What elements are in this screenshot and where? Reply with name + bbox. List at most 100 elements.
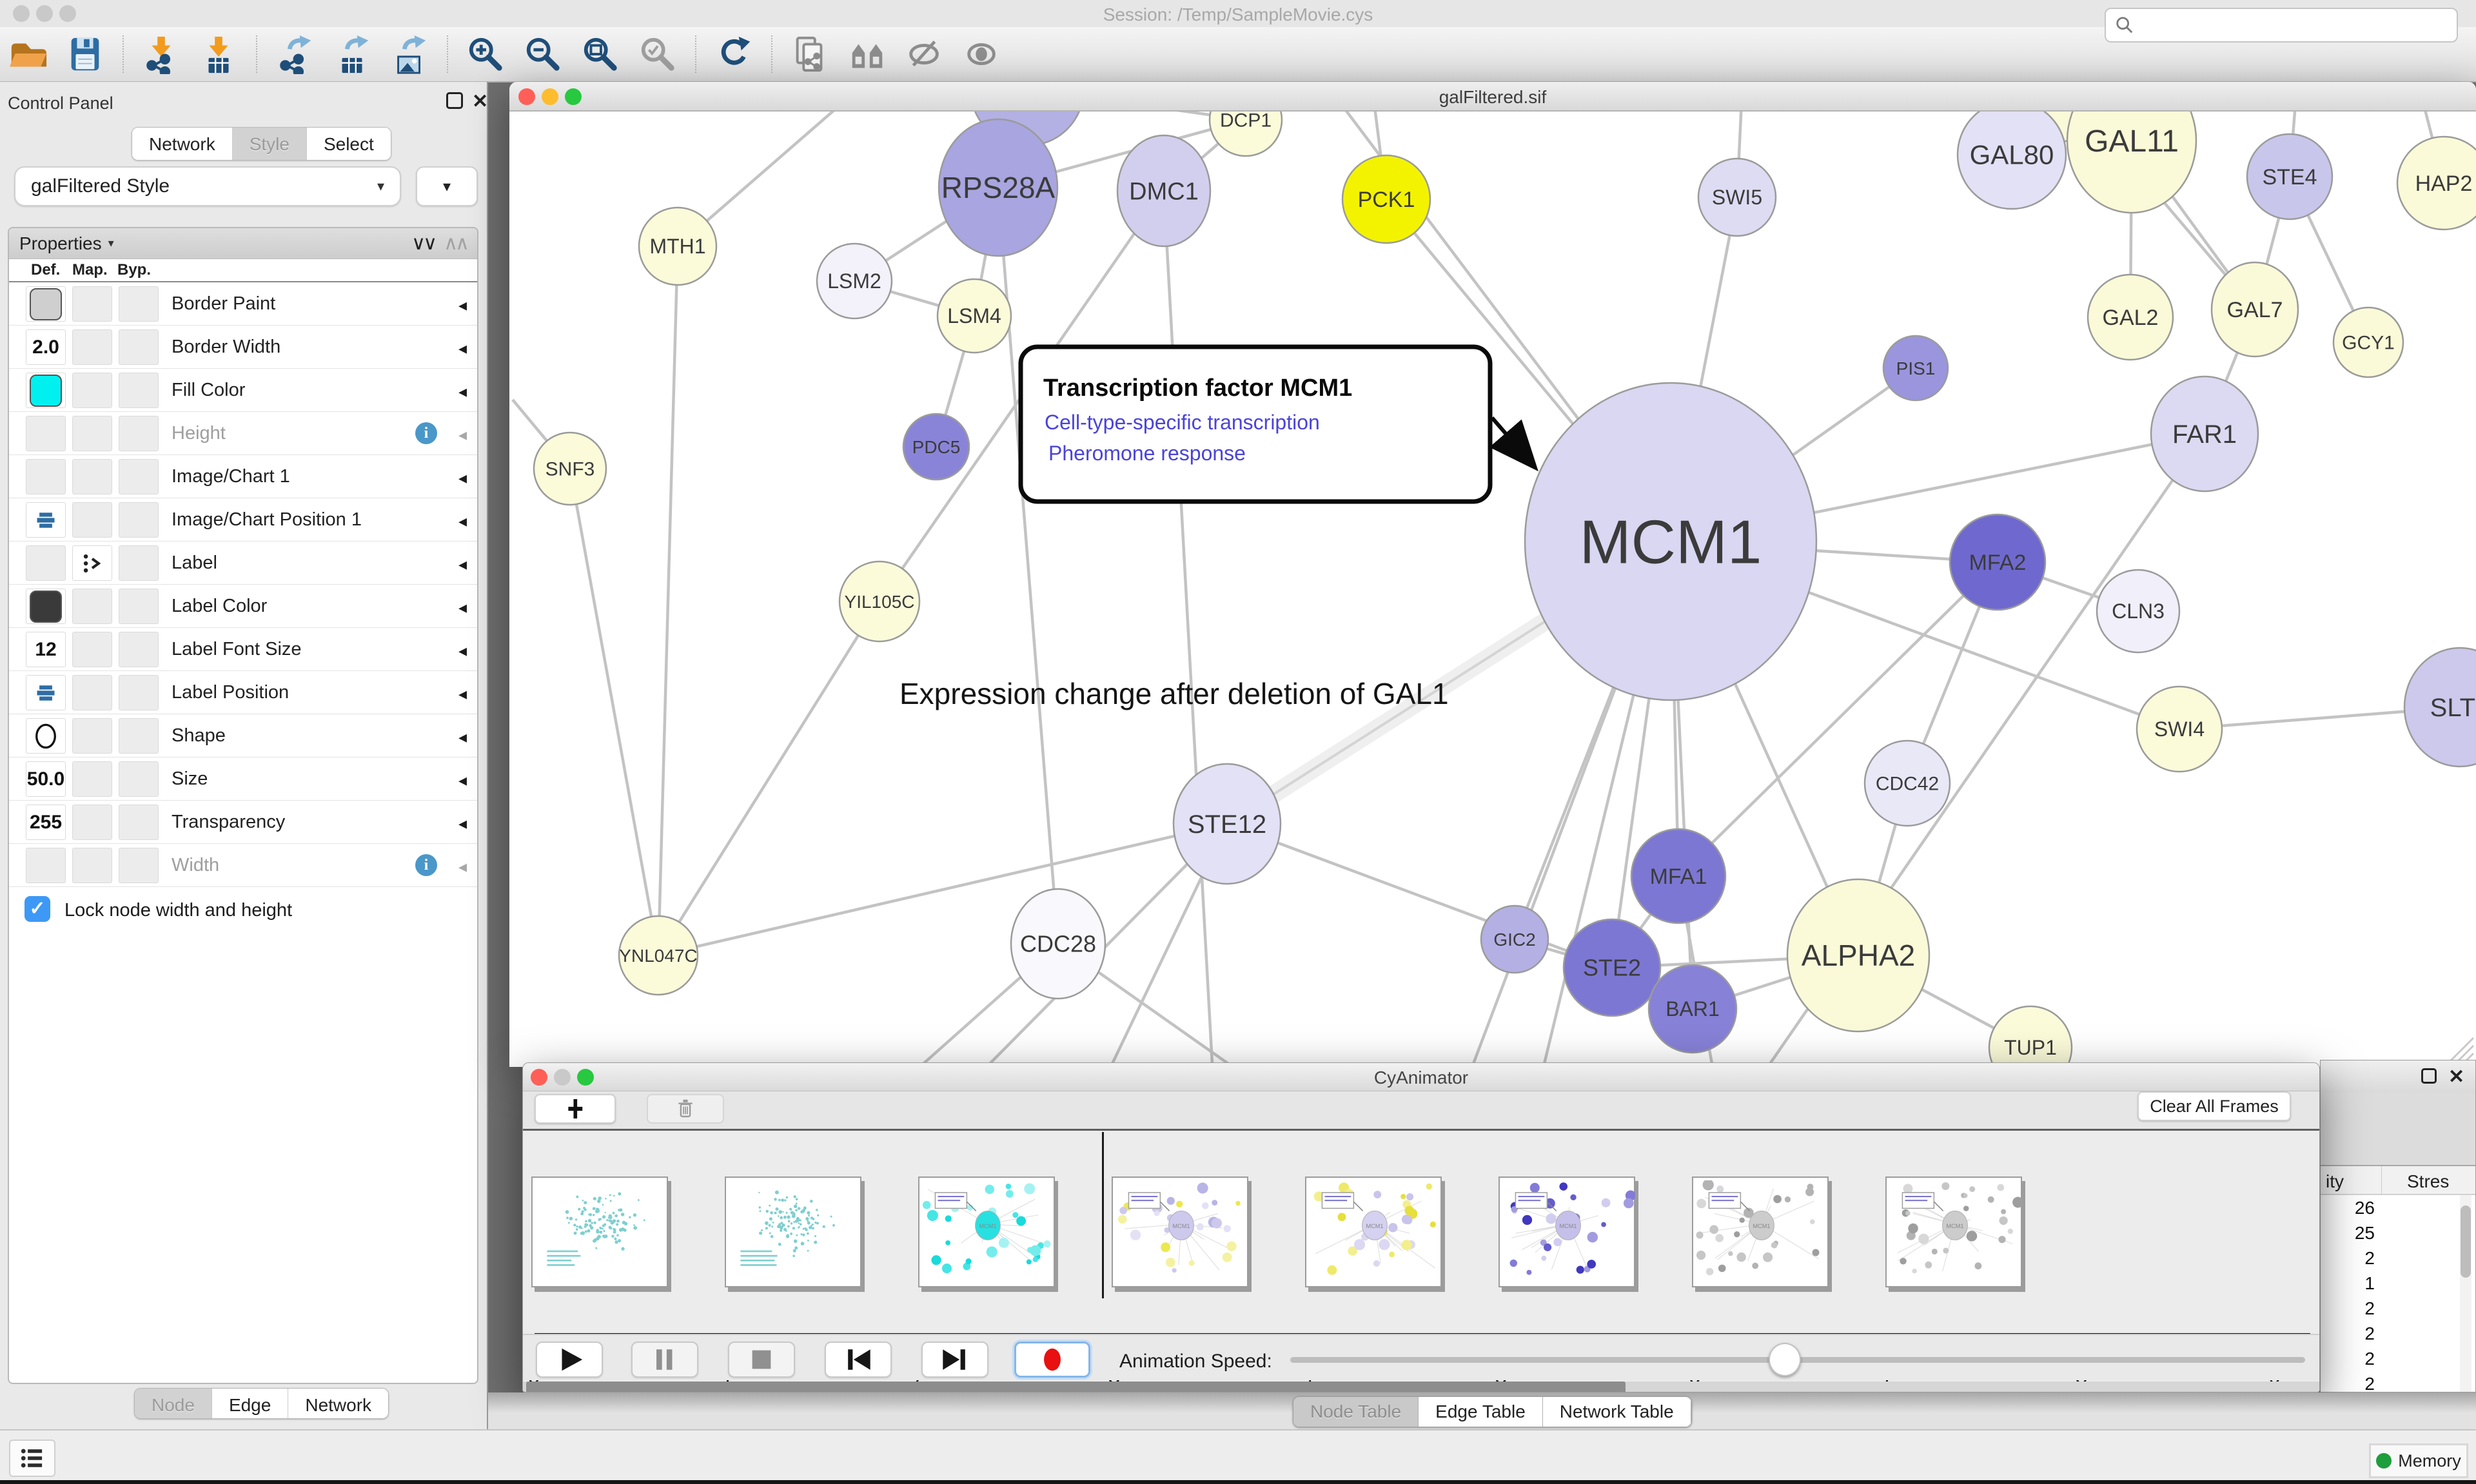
property-cell[interactable] — [119, 373, 159, 408]
property-cell[interactable] — [119, 805, 159, 840]
property-cell[interactable] — [26, 545, 66, 581]
property-cell[interactable] — [72, 805, 112, 840]
collapse-all-icon[interactable]: ∧∧ — [444, 232, 467, 255]
show-all-icon[interactable] — [962, 34, 1002, 74]
property-cell[interactable] — [119, 416, 159, 451]
property-cell[interactable] — [119, 675, 159, 710]
property-cell[interactable] — [72, 502, 112, 538]
import-table-icon[interactable] — [199, 34, 239, 74]
timeline-playhead[interactable] — [1102, 1132, 1104, 1298]
info-icon[interactable]: i — [415, 422, 437, 444]
search-input[interactable] — [2141, 14, 2448, 36]
cyanimator-timeline[interactable]: Seconds MCM1MCM1MCM1MCM1MCM1MCM101234567… — [523, 1131, 2319, 1334]
import-network-icon[interactable] — [141, 34, 181, 74]
timeline-scrollbar[interactable] — [523, 1381, 2319, 1392]
property-row-label-position[interactable]: Label Position◂ — [9, 671, 477, 714]
property-cell[interactable] — [26, 848, 66, 883]
zoom-in-icon[interactable] — [466, 34, 506, 74]
zoom-fit-icon[interactable] — [580, 34, 620, 74]
property-row-label-color[interactable]: Label Color◂ — [9, 585, 477, 628]
property-row-border-width[interactable]: 2.0Border Width◂ — [9, 326, 477, 369]
network-canvas[interactable]: DCP1RPS28ADMC1PCK1SWI5GAL80GAL11STE4HAP2… — [509, 112, 2476, 1067]
tab-edge-table[interactable]: Edge Table — [1419, 1397, 1543, 1427]
delete-frame-button[interactable] — [647, 1094, 724, 1124]
animation-frame-0[interactable] — [531, 1176, 668, 1287]
property-cell[interactable] — [119, 545, 159, 581]
property-cell[interactable] — [119, 718, 159, 754]
animation-speed-thumb[interactable] — [1769, 1343, 1801, 1376]
property-row-width[interactable]: Widthi◂ — [9, 844, 477, 887]
annotation-box[interactable]: Transcription factor MCM1Cell-type-speci… — [1021, 347, 1533, 502]
expand-property-icon[interactable]: ◂ — [458, 382, 467, 402]
style-tab-network[interactable]: Network — [288, 1389, 388, 1419]
expand-property-icon[interactable]: ◂ — [458, 554, 467, 574]
expand-property-icon[interactable]: ◂ — [458, 770, 467, 790]
property-cell[interactable] — [119, 329, 159, 365]
animation-frame-1[interactable] — [725, 1176, 861, 1287]
open-session-icon[interactable] — [8, 34, 48, 74]
expand-property-icon[interactable]: ◂ — [458, 425, 467, 445]
style-tab-node[interactable]: Node — [135, 1389, 212, 1419]
zoom-selected-icon[interactable] — [638, 34, 678, 74]
stop-button[interactable] — [728, 1342, 795, 1378]
property-row-label-font-size[interactable]: 12Label Font Size◂ — [9, 628, 477, 671]
expand-property-icon[interactable]: ◂ — [458, 338, 467, 358]
info-icon[interactable]: i — [415, 854, 437, 876]
property-row-height[interactable]: Heighti◂ — [9, 412, 477, 455]
property-cell[interactable] — [119, 502, 159, 538]
expand-property-icon[interactable]: ◂ — [458, 684, 467, 704]
tab-node-table[interactable]: Node Table — [1293, 1397, 1419, 1427]
network-snapshot-icon[interactable] — [790, 34, 830, 74]
property-row-border-paint[interactable]: Border Paint◂ — [9, 282, 477, 326]
expand-property-icon[interactable]: ◂ — [458, 727, 467, 747]
float-panel-icon[interactable] — [2421, 1068, 2437, 1084]
animation-frame-2[interactable]: MCM1 — [918, 1176, 1055, 1287]
property-cell[interactable]: 255 — [26, 805, 66, 840]
lock-size-checkbox[interactable]: ✓ — [25, 896, 50, 922]
property-row-fill-color[interactable]: Fill Color◂ — [9, 369, 477, 412]
property-cell[interactable] — [72, 329, 112, 365]
animation-frame-4[interactable]: MCM1 — [1305, 1176, 1442, 1287]
property-cell[interactable] — [72, 545, 112, 581]
property-row-size[interactable]: 50.0Size◂ — [9, 757, 477, 801]
property-row-image-chart-position-1[interactable]: Image/Chart Position 1◂ — [9, 498, 477, 542]
animation-frame-6[interactable]: MCM1 — [1692, 1176, 1829, 1287]
style-options-button[interactable]: ▾ — [416, 166, 478, 206]
canvas-text-annotation[interactable]: Expression change after deletion of GAL1 — [899, 677, 1449, 710]
clear-all-frames-button[interactable]: Clear All Frames — [2137, 1091, 2291, 1121]
expand-property-icon[interactable]: ◂ — [458, 814, 467, 834]
property-cell[interactable] — [26, 416, 66, 451]
tab-select[interactable]: Select — [307, 128, 391, 161]
property-cell[interactable] — [72, 589, 112, 624]
property-cell[interactable] — [72, 416, 112, 451]
property-cell[interactable] — [26, 286, 66, 322]
record-button[interactable] — [1014, 1342, 1090, 1378]
cyanimator-titlebar[interactable]: CyAnimator — [523, 1063, 2319, 1091]
save-session-icon[interactable] — [65, 34, 105, 74]
property-row-image-chart-1[interactable]: Image/Chart 1◂ — [9, 455, 477, 498]
next-frame-button[interactable] — [921, 1342, 988, 1378]
property-cell[interactable] — [119, 761, 159, 797]
property-row-transparency[interactable]: 255Transparency◂ — [9, 801, 477, 844]
property-row-label[interactable]: Label◂ — [9, 542, 477, 585]
property-cell[interactable] — [119, 286, 159, 322]
properties-header[interactable]: Properties ▾ ∨∨ ∧∧ — [9, 228, 477, 259]
pause-button[interactable] — [631, 1342, 698, 1378]
property-cell[interactable] — [26, 459, 66, 494]
property-cell[interactable] — [119, 589, 159, 624]
tab-style[interactable]: Style — [233, 128, 307, 161]
style-selector[interactable]: galFiltered Style ▾ — [14, 166, 401, 206]
expand-property-icon[interactable]: ◂ — [458, 641, 467, 661]
property-cell[interactable] — [72, 459, 112, 494]
hide-selected-icon[interactable] — [905, 34, 945, 74]
property-cell[interactable]: 50.0 — [26, 761, 66, 797]
expand-property-icon[interactable]: ◂ — [458, 598, 467, 618]
tab-network-table[interactable]: Network Table — [1543, 1397, 1691, 1427]
property-cell[interactable] — [119, 459, 159, 494]
play-button[interactable] — [536, 1342, 603, 1378]
property-cell[interactable] — [72, 632, 112, 667]
property-cell[interactable] — [72, 286, 112, 322]
expand-property-icon[interactable]: ◂ — [458, 511, 467, 531]
property-cell[interactable] — [72, 373, 112, 408]
property-row-shape[interactable]: Shape◂ — [9, 714, 477, 757]
